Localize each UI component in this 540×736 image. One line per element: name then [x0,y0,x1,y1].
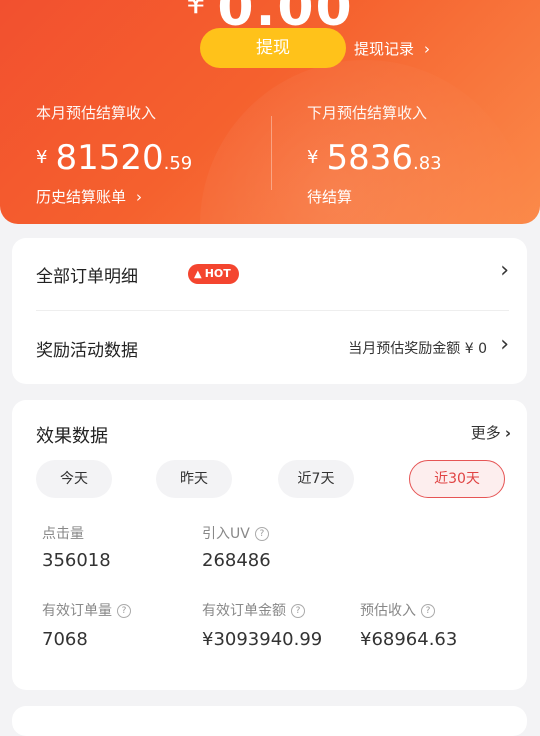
this-month-integer: 81520 [55,138,164,178]
header-divider [271,116,272,190]
all-orders-label: 全部订单明细 [36,267,138,287]
reward-activity-row[interactable]: 奖励活动数据 当月预估奖励金额 ¥ 0 › [36,312,509,384]
fire-icon: ▲ [194,269,202,280]
chevron-right-icon: › [500,258,509,283]
withdraw-button[interactable]: 提现 [200,28,346,68]
question-circle-icon[interactable]: ? [291,604,305,618]
more-link[interactable]: 更多 › [471,422,511,443]
chevron-right-icon: › [136,188,143,206]
menu-card: 全部订单明细 ▲ HOT › 奖励活动数据 当月预估奖励金额 ¥ 0 › [12,238,527,384]
reward-amount-note: 当月预估奖励金额 ¥ 0 [348,341,487,357]
history-bill-label: 历史结算账单 [36,188,127,206]
next-card [12,706,527,736]
clicks-label: 点击量 [42,526,84,542]
hot-label: HOT [204,267,231,280]
valid-amount-value: ¥3093940.99 [202,629,323,650]
pending-settlement-link[interactable]: 待结算 [307,186,352,207]
this-month-currency: ¥ [36,147,48,168]
row-divider [36,310,509,311]
effect-data-card: 效果数据 更多 › 今天 昨天 近7天 近30天 点击量 356018 引入UV?… [12,400,527,690]
all-orders-row[interactable]: 全部订单明细 ▲ HOT › [36,238,509,311]
this-month-amount: ¥81520.59 [36,138,192,178]
question-circle-icon[interactable]: ? [421,604,435,618]
valid-orders-label: 有效订单量? [42,600,131,620]
chevron-right-icon: › [500,332,509,357]
filter-yesterday[interactable]: 昨天 [156,460,232,498]
next-month-integer: 5836 [326,138,413,178]
chevron-right-icon: › [424,40,431,58]
uv-label: 引入UV? [202,523,269,543]
next-month-amount: ¥5836.83 [307,138,442,178]
filter-30-days[interactable]: 近30天 [409,460,505,498]
balance-currency: ¥ [186,0,208,21]
income-header: ¥0.00 提现 提现记录 › 本月预估结算收入 ¥81520.59 历史结算账单… [0,0,540,224]
filter-today[interactable]: 今天 [36,460,112,498]
more-label: 更多 [470,424,501,442]
filter-7-days[interactable]: 近7天 [278,460,354,498]
this-month-label: 本月预估结算收入 [36,104,157,122]
clicks-value: 356018 [42,550,111,571]
uv-value: 268486 [202,550,271,571]
est-income-label: 预估收入? [360,600,435,620]
next-month-currency: ¥ [307,147,319,168]
hot-badge: ▲ HOT [188,264,239,284]
question-circle-icon[interactable]: ? [254,527,269,541]
valid-amount-label: 有效订单金额? [202,600,305,620]
this-month-decimal: .59 [163,153,193,174]
history-bill-link[interactable]: 历史结算账单 › [36,186,142,207]
question-circle-icon[interactable]: ? [117,604,131,618]
effect-data-title: 效果数据 [36,426,108,447]
withdraw-record-link[interactable]: 提现记录 › [354,38,430,59]
withdraw-record-label: 提现记录 [354,40,415,58]
next-month-decimal: .83 [412,153,442,174]
est-income-value: ¥68964.63 [360,629,458,650]
chevron-right-icon: › [504,424,511,442]
next-month-label: 下月预估结算收入 [307,104,428,122]
pending-settlement-label: 待结算 [307,188,353,206]
valid-orders-value: 7068 [42,629,88,650]
reward-activity-label: 奖励活动数据 [36,341,138,361]
